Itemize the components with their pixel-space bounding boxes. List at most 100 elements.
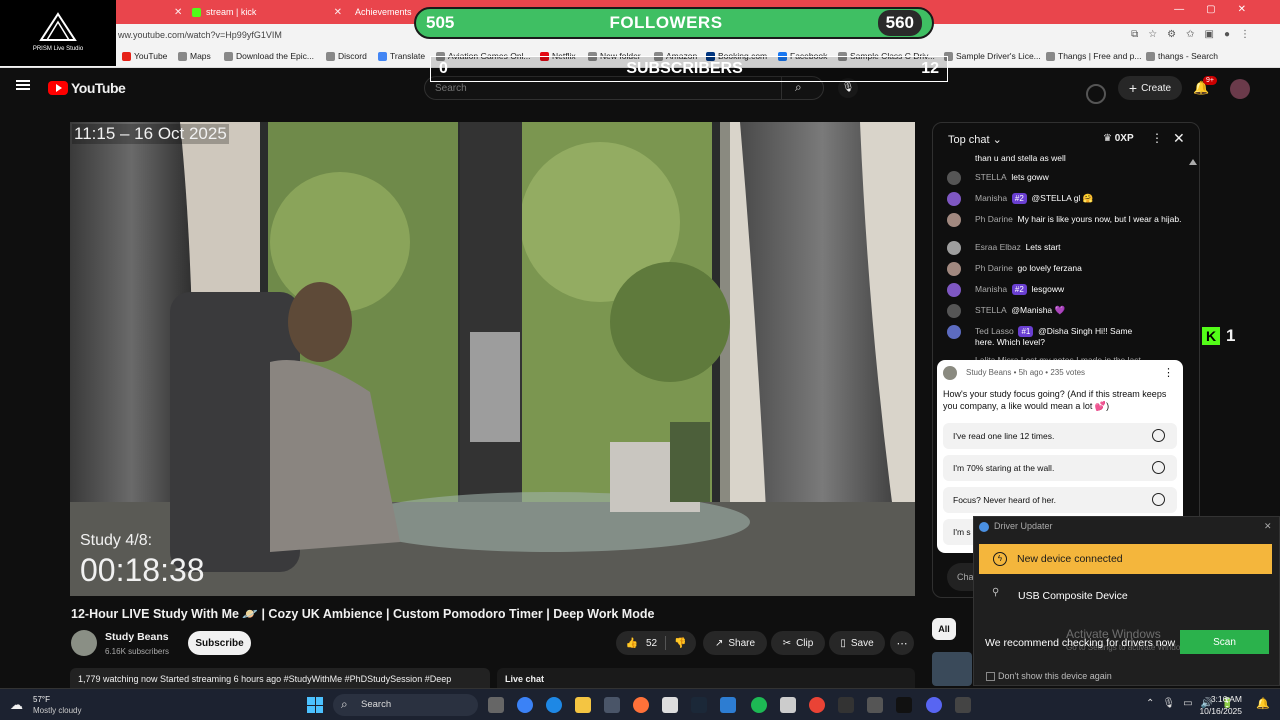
app-icon[interactable] bbox=[720, 697, 736, 713]
toolbar-icons[interactable]: ⧉☆⚙✩▣●⋮ bbox=[1131, 29, 1260, 40]
activate-windows-watermark: Activate Windows bbox=[1066, 627, 1161, 641]
more-options-icon[interactable]: ⋮ bbox=[1163, 366, 1174, 379]
clip-button[interactable]: ✂ Clip bbox=[771, 631, 825, 655]
bookmark[interactable]: Download the Epic... bbox=[224, 51, 314, 61]
prism-label: PRISM Live Studio bbox=[32, 46, 84, 52]
youtube-play-icon bbox=[48, 81, 68, 95]
avatar bbox=[947, 262, 961, 276]
spotify-icon[interactable] bbox=[751, 697, 767, 713]
tab-stream-kick[interactable]: stream | kick ✕ bbox=[192, 3, 342, 21]
app-icon[interactable] bbox=[662, 697, 678, 713]
bookmark[interactable]: Discord bbox=[326, 51, 367, 61]
firefox-icon[interactable] bbox=[633, 697, 649, 713]
close-icon[interactable]: ✕ bbox=[1173, 130, 1185, 147]
tiktok-icon[interactable] bbox=[896, 697, 912, 713]
file-explorer-icon[interactable] bbox=[575, 697, 591, 713]
avatar[interactable] bbox=[1230, 79, 1250, 99]
scroll-up-icon[interactable] bbox=[1189, 159, 1197, 165]
filter-chip-all[interactable]: All bbox=[932, 618, 956, 640]
video-player[interactable]: 11:15 – 16 Oct 2025 Study 4/8: 00:18:38 bbox=[70, 122, 915, 596]
avatar bbox=[947, 304, 961, 318]
more-options-icon[interactable]: ⋮ bbox=[1151, 131, 1163, 145]
subscribers-goal-bar: 0 SUBSCRIBERS 12 bbox=[430, 56, 948, 82]
tab-label: stream | kick bbox=[206, 7, 257, 17]
youtube-logo[interactable]: YouTube bbox=[48, 80, 126, 96]
scan-button[interactable]: Scan bbox=[1180, 630, 1269, 654]
bookmark[interactable]: YouTube bbox=[122, 51, 167, 61]
avatar bbox=[947, 325, 961, 339]
search-icon[interactable]: ⌕ bbox=[795, 80, 802, 95]
search-input[interactable] bbox=[435, 80, 755, 96]
app-icon[interactable] bbox=[867, 697, 883, 713]
subscribers-goal: 12 bbox=[921, 60, 939, 77]
followers-goal: 560 bbox=[877, 10, 922, 36]
avatar bbox=[947, 171, 961, 185]
rank-badge: #2 bbox=[1011, 193, 1027, 204]
share-icon: ↗ bbox=[714, 637, 724, 649]
radio-icon[interactable] bbox=[1152, 493, 1165, 506]
usb-icon: ⚲ bbox=[992, 587, 1000, 598]
taskbar-search[interactable]: ⌕ Search bbox=[333, 694, 478, 716]
steam-icon[interactable] bbox=[691, 697, 707, 713]
menu-icon[interactable] bbox=[16, 80, 30, 90]
copilot-icon[interactable] bbox=[517, 697, 533, 713]
clock-date: 10/16/2025 bbox=[1199, 706, 1242, 716]
bookmark[interactable]: Translate bbox=[378, 51, 425, 61]
driver-updater-popup: Driver Updater ✕ ϟ New device connected … bbox=[973, 516, 1280, 686]
chrome-icon[interactable] bbox=[809, 697, 825, 713]
channel-avatar[interactable] bbox=[71, 630, 97, 656]
video-stats[interactable]: 1,779 watching now Started streaming 6 h… bbox=[70, 668, 490, 688]
close-icon[interactable]: ✕ bbox=[174, 7, 182, 18]
discord-icon[interactable] bbox=[926, 697, 942, 713]
xp-badge[interactable]: ♛ 0XP bbox=[1103, 133, 1134, 144]
channel-name[interactable]: Study Beans bbox=[105, 631, 169, 643]
save-button[interactable]: ▯ Save bbox=[829, 631, 885, 655]
more-actions-icon[interactable]: ⋯ bbox=[890, 631, 914, 655]
bookmark[interactable]: Sample Driver's Lice... bbox=[944, 51, 1041, 61]
close-icon[interactable]: ✕ bbox=[334, 7, 342, 18]
poll-option[interactable]: I've read one line 12 times. bbox=[943, 423, 1177, 449]
bookmark[interactable]: Thangs | Free and p... bbox=[1046, 51, 1141, 61]
chevron-down-icon: ⌄ bbox=[992, 134, 1002, 146]
close-icon[interactable]: ✕ bbox=[1264, 521, 1272, 532]
subscribe-button[interactable]: Subscribe bbox=[188, 631, 251, 655]
rank-badge: #1 bbox=[1018, 326, 1034, 337]
tab-blank[interactable]: ✕ bbox=[126, 3, 186, 21]
thumbs-down-icon[interactable]: 👎 bbox=[674, 638, 686, 649]
tab-achievements[interactable]: Achievements bbox=[350, 3, 412, 21]
app-icon[interactable] bbox=[955, 697, 971, 713]
recommended-thumbnail[interactable] bbox=[932, 652, 972, 686]
create-button[interactable]: + Create bbox=[1118, 76, 1182, 100]
live-chat-replay-label[interactable]: Live chat bbox=[497, 668, 915, 688]
store-icon[interactable] bbox=[604, 697, 620, 713]
plus-icon: + bbox=[1128, 80, 1138, 96]
windows-start-icon[interactable] bbox=[307, 697, 323, 713]
video-title: 12-Hour LIVE Study With Me 🪐 | Cozy UK A… bbox=[71, 607, 655, 621]
thumbs-up-icon[interactable]: 👍 bbox=[625, 638, 637, 649]
bookmark[interactable]: thangs - Search bbox=[1146, 51, 1218, 61]
pomodoro-timer: 00:18:38 bbox=[80, 552, 205, 588]
poll-option[interactable]: I'm 70% staring at the wall. bbox=[943, 455, 1177, 481]
avatar bbox=[947, 192, 961, 206]
followers-goal-bar: 505 FOLLOWERS 560 bbox=[414, 7, 934, 39]
kick-icon: K bbox=[1202, 327, 1220, 345]
url-field[interactable]: ww.youtube.com/watch?v=Hp99yfG1VIM bbox=[118, 30, 282, 40]
like-dislike-group[interactable]: 👍 52 👎 bbox=[616, 631, 696, 655]
app-icon[interactable] bbox=[780, 697, 796, 713]
loading-spinner-icon bbox=[1086, 84, 1106, 104]
chat-mode-dropdown[interactable]: Top chat ⌄ bbox=[948, 133, 1002, 146]
poll-meta: Study Beans • 5h ago • 235 votes bbox=[966, 368, 1086, 377]
checkbox-label: Don't show this device again bbox=[998, 671, 1112, 681]
radio-icon[interactable] bbox=[1152, 461, 1165, 474]
weather-icon[interactable]: ☁ bbox=[10, 697, 23, 713]
poll-option[interactable]: Focus? Never heard of her. bbox=[943, 487, 1177, 513]
task-view-icon[interactable] bbox=[488, 697, 504, 713]
notification-center-icon[interactable]: 🔔 bbox=[1256, 697, 1270, 710]
edge-icon[interactable] bbox=[546, 697, 562, 713]
share-button[interactable]: ↗ Share bbox=[703, 631, 767, 655]
app-icon[interactable] bbox=[838, 697, 854, 713]
window-controls[interactable]: —▢✕ bbox=[1174, 4, 1268, 15]
bookmark[interactable]: Maps bbox=[178, 51, 211, 61]
radio-icon[interactable] bbox=[1152, 429, 1165, 442]
dont-show-checkbox[interactable] bbox=[986, 672, 995, 681]
